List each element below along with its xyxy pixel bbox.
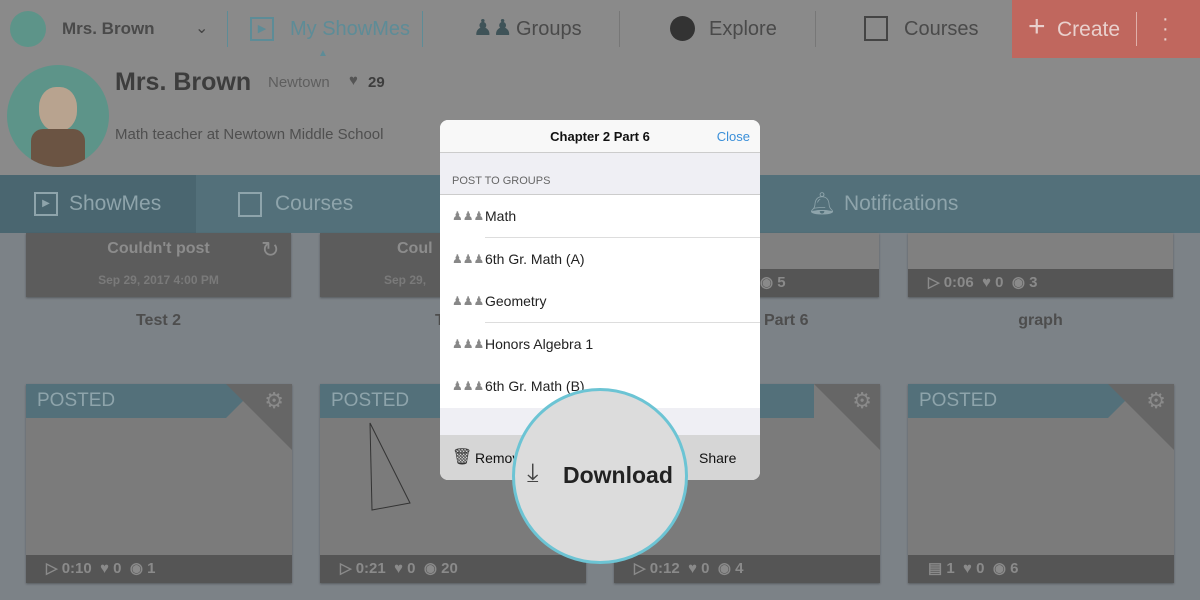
download-button[interactable]: Download [563, 462, 673, 489]
showme-card[interactable]: Couldn't post ↻ Sep 29, 2017 4:00 PM [26, 233, 291, 297]
user-name[interactable]: Mrs. Brown [62, 19, 155, 39]
retry-icon[interactable]: ↻ [261, 237, 279, 263]
showme-card[interactable]: POSTED ⚙ ▤ 1 ♥ 0 ◉ 6 [908, 384, 1174, 583]
eye-icon: ◉ [423, 560, 437, 577]
play-icon: ▷ [46, 560, 58, 577]
nav-groups[interactable]: Groups [516, 18, 582, 41]
download-magnifier[interactable]: ⤓ Download [512, 388, 688, 564]
groups-icon: ♟♟ [473, 15, 513, 40]
tab-courses[interactable]: Courses [196, 175, 436, 233]
card-title[interactable]: graph [908, 312, 1173, 330]
profile-likes: 29 [368, 74, 385, 91]
eye-icon: ◉ [760, 274, 774, 291]
nav-my-showmes[interactable]: ▶ My ShowMes ▲ [250, 0, 420, 59]
profile-location: Newtown [268, 74, 330, 91]
heart-icon: ♥ [394, 560, 403, 577]
heart-icon: ♥ [688, 560, 697, 577]
showme-card[interactable]: ▷ 0:06 ♥ 0 ◉ 3 [908, 233, 1173, 297]
trash-icon: 🗑︎ [452, 449, 473, 466]
nav-courses[interactable]: Courses [904, 18, 978, 41]
play-icon: ▶ [34, 192, 58, 216]
group-item[interactable]: ♟♟♟ 6th Gr. Math (A) [440, 237, 760, 281]
play-icon: ▷ [928, 274, 940, 291]
heart-icon: ♥ [982, 274, 991, 291]
avatar[interactable] [10, 11, 46, 47]
gear-icon[interactable]: ⚙ [264, 388, 284, 414]
download-icon: ⤓ [527, 457, 539, 487]
profile-bio: Math teacher at Newtown Middle School [115, 126, 384, 143]
heart-icon: ♥ [100, 560, 109, 577]
group-item[interactable]: ♟♟♟ Honors Algebra 1 [440, 322, 760, 366]
profile-name: Mrs. Brown [115, 68, 252, 96]
play-icon: ▷ [634, 560, 646, 577]
nav-explore[interactable]: Explore [709, 18, 777, 41]
document-icon: ▤ [928, 560, 943, 577]
gear-icon[interactable]: ⚙ [1146, 388, 1166, 414]
top-nav: Mrs. Brown ⌄ ▶ My ShowMes ▲ ♟♟ Groups Ex… [0, 0, 1200, 59]
modal-title: Chapter 2 Part 6 [550, 129, 650, 144]
play-icon: ▶ [250, 17, 274, 41]
eye-icon: ◉ [717, 560, 731, 577]
tab-notifications[interactable]: 🔔︎ Notifications [800, 175, 1000, 233]
tab-showmes[interactable]: ▶ ShowMes ▲ [0, 175, 196, 249]
divider [619, 11, 620, 47]
plus-icon: + [1028, 10, 1046, 43]
chevron-down-icon[interactable]: ⌄ [195, 18, 208, 38]
group-item[interactable]: ♟♟♟ Geometry [440, 280, 760, 324]
divider [815, 11, 816, 47]
card-title[interactable]: Part 6 [764, 312, 808, 330]
create-button[interactable]: + Create · · · [1012, 0, 1200, 58]
share-button[interactable]: Share [699, 450, 736, 466]
group-icon: ♟♟♟ [452, 294, 485, 309]
courses-icon [238, 192, 262, 217]
heart-icon: ♥ [349, 72, 358, 89]
group-icon: ♟♟♟ [452, 379, 485, 394]
group-icon: ♟♟♟ [452, 209, 485, 223]
gear-icon[interactable]: ⚙ [852, 388, 872, 414]
close-button[interactable]: Close [717, 129, 750, 144]
card-title[interactable]: Test 2 [26, 312, 291, 330]
eye-icon: ◉ [129, 560, 143, 577]
section-header: POST TO GROUPS [452, 175, 551, 187]
more-icon[interactable]: · · · [1162, 9, 1169, 49]
group-icon: ♟♟♟ [452, 336, 485, 351]
group-item[interactable]: ♟♟♟ Math [440, 195, 760, 238]
eye-icon: ◉ [1011, 274, 1025, 291]
divider [422, 11, 423, 47]
showme-card[interactable]: POSTED ⚙ ▷ 0:10 ♥ 0 ◉ 1 [26, 384, 292, 583]
globe-icon [670, 16, 695, 41]
play-icon: ▷ [340, 560, 352, 577]
divider [227, 11, 228, 47]
group-icon: ♟♟♟ [452, 251, 485, 266]
heart-icon: ♥ [963, 560, 972, 577]
eye-icon: ◉ [992, 560, 1006, 577]
profile-avatar [7, 65, 109, 167]
bell-icon: 🔔︎ [808, 191, 836, 216]
courses-icon [864, 16, 888, 41]
